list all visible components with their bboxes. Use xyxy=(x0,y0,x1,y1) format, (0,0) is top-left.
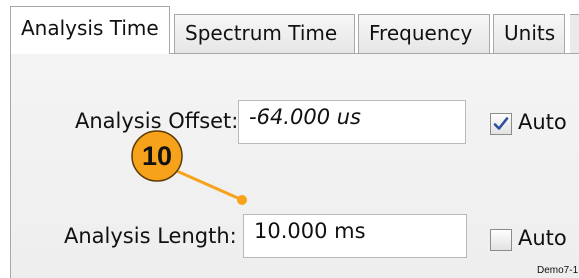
analysis-length-auto-label: Auto xyxy=(518,226,567,250)
tab-frequency[interactable]: Frequency xyxy=(358,14,490,54)
tab-spectrum-time-label: Spectrum Time xyxy=(185,21,338,45)
analysis-length-label: Analysis Length: xyxy=(64,224,237,248)
analysis-length-value: 10.000 ms xyxy=(254,219,366,243)
tab-analysis-time[interactable]: Analysis Time xyxy=(10,6,170,54)
analysis-length-input[interactable]: 10.000 ms xyxy=(243,214,467,258)
analysis-offset-auto-label: Auto xyxy=(518,110,567,134)
tab-frequency-label: Frequency xyxy=(369,21,473,45)
tab-analysis-time-label: Analysis Time xyxy=(21,16,159,40)
tab-spectrum-time[interactable]: Spectrum Time xyxy=(174,14,355,54)
checkmark-icon xyxy=(493,117,509,130)
callout-number: 10 xyxy=(141,141,173,171)
analysis-offset-value: -64.000 us xyxy=(249,105,361,129)
tab-strip-edge xyxy=(570,14,579,55)
figure-id-label: Demo7-1 xyxy=(537,265,579,276)
analysis-settings-window: Analysis Time Spectrum Time Frequency Un… xyxy=(0,0,579,278)
analysis-length-auto-checkbox[interactable] xyxy=(490,229,512,251)
tab-units[interactable]: Units xyxy=(493,14,565,54)
analysis-offset-input[interactable]: -64.000 us xyxy=(238,100,466,144)
tab-units-label: Units xyxy=(504,21,556,45)
analysis-offset-auto-checkbox[interactable] xyxy=(490,113,512,135)
